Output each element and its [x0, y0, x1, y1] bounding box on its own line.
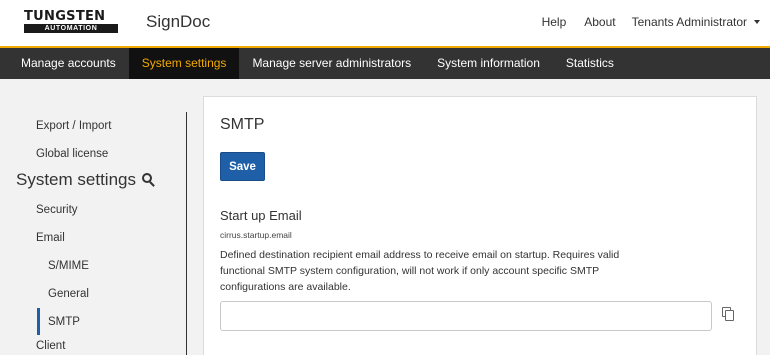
sidebar-item-email[interactable]: Email	[36, 232, 65, 244]
save-button[interactable]: Save	[220, 152, 265, 181]
tab-manage-server-administrators[interactable]: Manage server administrators	[239, 48, 424, 79]
tab-manage-accounts[interactable]: Manage accounts	[0, 48, 129, 79]
sidebar-item-client[interactable]: Client	[36, 340, 65, 352]
field-description: Defined destination recipient email addr…	[220, 249, 620, 293]
sidebar-item-smtp[interactable]: SMTP	[48, 316, 80, 328]
field-key: cirrus.startup.email	[220, 230, 292, 240]
startup-email-input[interactable]	[220, 301, 712, 331]
sidebar-heading: System settings	[16, 170, 156, 190]
app-header: TUNGSTEN AUTOMATION SignDoc Help About T…	[0, 0, 770, 46]
logo-bottom-text: AUTOMATION	[24, 24, 118, 33]
tab-system-information[interactable]: System information	[424, 48, 553, 79]
logo-top-text: TUNGSTEN	[24, 9, 106, 24]
caret-down-icon	[754, 20, 760, 24]
main-nav: Manage accounts System settings Manage s…	[0, 46, 770, 79]
help-link[interactable]: Help	[542, 15, 567, 29]
tab-system-settings[interactable]: System settings	[128, 48, 240, 79]
search-icon[interactable]	[142, 173, 156, 187]
sidebar-item-export-import[interactable]: Export / Import	[36, 120, 111, 132]
field-label: Start up Email	[220, 208, 302, 223]
about-link[interactable]: About	[584, 15, 615, 29]
copy-icon[interactable]	[722, 307, 735, 321]
app-name: SignDoc	[146, 12, 211, 31]
tungsten-logo[interactable]: TUNGSTEN AUTOMATION	[24, 10, 118, 33]
sidebar-item-global-license[interactable]: Global license	[36, 148, 108, 160]
top-links: Help About Tenants Administrator	[524, 15, 760, 29]
tab-statistics[interactable]: Statistics	[553, 48, 627, 79]
page-title: SMTP	[220, 116, 265, 133]
user-menu[interactable]: Tenants Administrator	[632, 15, 760, 29]
sidebar-item-general[interactable]: General	[48, 288, 89, 300]
smtp-panel: SMTP Save Start up Email cirrus.startup.…	[203, 96, 757, 355]
sidebar-item-security[interactable]: Security	[36, 204, 78, 216]
user-name: Tenants Administrator	[631, 15, 747, 29]
sidebar-heading-text: System settings	[16, 170, 136, 189]
sidebar-divider	[186, 112, 187, 355]
active-indicator	[37, 308, 40, 335]
sidebar-item-smime[interactable]: S/MIME	[48, 260, 89, 272]
